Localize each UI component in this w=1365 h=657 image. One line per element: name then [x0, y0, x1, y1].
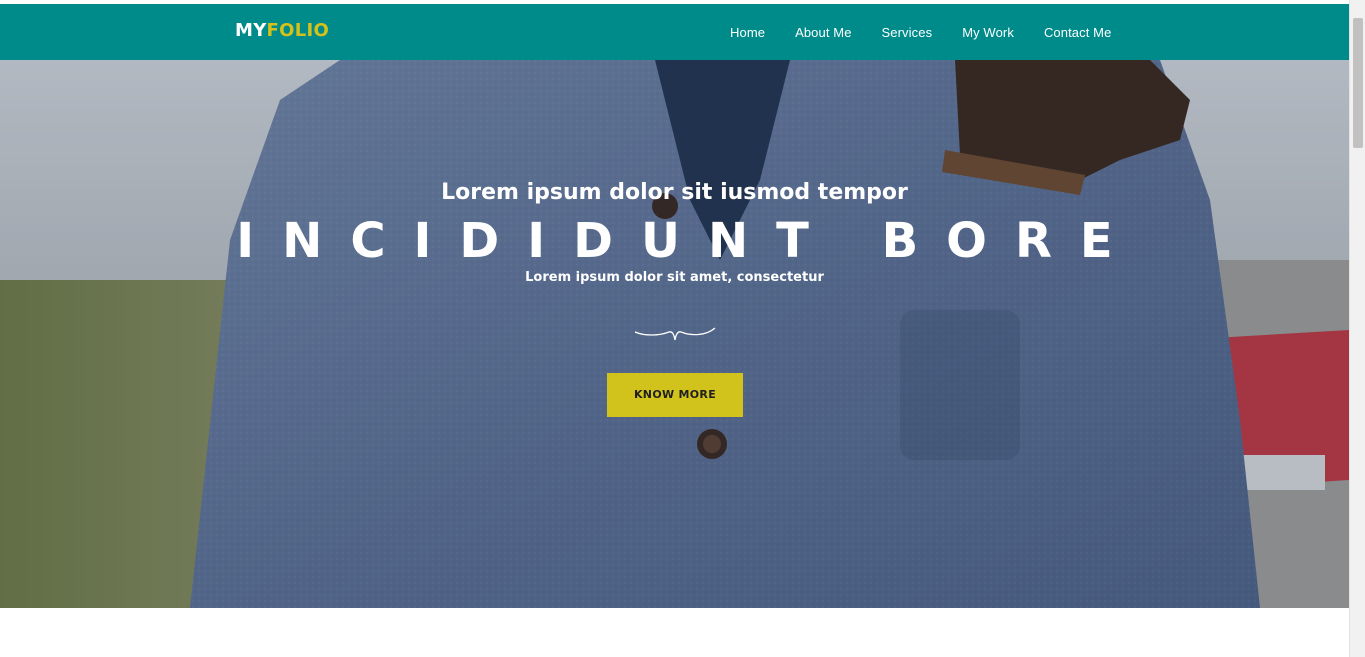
know-more-button[interactable]: KNOW MORE: [607, 373, 743, 417]
brand-part-2: FOLIO: [266, 20, 330, 41]
nav-about-me[interactable]: About Me: [795, 25, 851, 40]
main-nav: Home About Me Services My Work Contact M…: [730, 25, 1111, 40]
hero-title: INCIDIDUNT BORE: [236, 213, 1141, 269]
nav-home[interactable]: Home: [730, 25, 765, 40]
brand-part-1: MY: [235, 20, 267, 41]
navbar: MYFOLIO Home About Me Services My Work C…: [0, 4, 1349, 60]
page-scrollbar[interactable]: [1349, 0, 1365, 657]
hero-subtitle: Lorem ipsum dolor sit iusmod tempor: [441, 180, 908, 205]
hero-section: Lorem ipsum dolor sit iusmod tempor INCI…: [0, 60, 1349, 608]
nav-my-work[interactable]: My Work: [962, 25, 1014, 40]
nav-contact-me[interactable]: Contact Me: [1044, 25, 1111, 40]
nav-services[interactable]: Services: [882, 25, 933, 40]
scrollbar-thumb[interactable]: [1353, 18, 1363, 148]
brand-logo[interactable]: MYFOLIO: [235, 20, 329, 41]
ornament-divider-icon: [634, 327, 716, 341]
hero-tagline: Lorem ipsum dolor sit amet, consectetur: [525, 270, 824, 285]
